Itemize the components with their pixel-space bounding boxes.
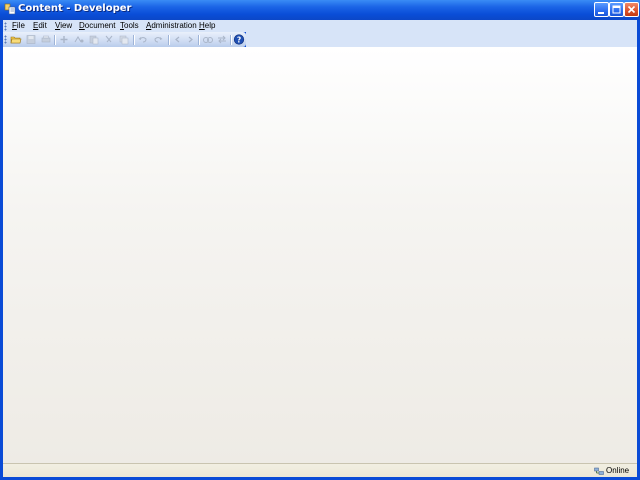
undo-icon[interactable] [137,34,149,45]
close-button[interactable] [624,2,639,17]
back-icon[interactable] [172,34,184,45]
menu-bar: File Edit View Document Tools Administra… [3,20,637,32]
minimize-button[interactable] [594,2,609,17]
menu-administration[interactable]: Administration [146,20,197,32]
toolbar-grip-handle[interactable] [4,35,7,44]
maximize-icon [612,5,621,14]
menu-grip-handle[interactable] [4,22,7,31]
replace-icon[interactable] [216,34,228,45]
network-connection-icon [594,467,604,475]
help-icon[interactable]: ? [233,34,245,45]
title-bar[interactable]: Content - Developer [0,0,640,20]
minimize-icon [598,12,604,14]
cut-icon[interactable] [103,34,115,45]
application-window: Content - Developer File Edit View Docum… [0,0,640,480]
menu-edit[interactable]: Edit [33,20,47,32]
toolbar-area [246,32,637,47]
workspace-area[interactable] [3,47,637,463]
paste-icon[interactable] [88,34,100,45]
menu-view[interactable]: View [55,20,72,32]
menu-document[interactable]: Document [79,20,115,32]
toolbar-separator [230,35,232,45]
bold-icon[interactable] [73,34,85,45]
close-icon [627,5,636,14]
toolbar-separator [54,35,56,45]
menu-file[interactable]: File [12,20,25,32]
toolbar-separator [198,35,200,45]
copy-icon[interactable] [118,34,130,45]
window-title: Content - Developer [18,3,132,14]
find-icon[interactable] [202,34,214,45]
new-icon[interactable] [58,34,70,45]
menu-help[interactable]: Help [199,20,215,32]
open-folder-icon[interactable] [10,34,22,45]
maximize-button[interactable] [609,2,624,17]
svg-text:?: ? [237,35,241,44]
toolbar-separator [168,35,170,45]
toolbar-separator [133,35,135,45]
redo-icon[interactable] [152,34,164,45]
standard-toolbar: ? [3,32,246,47]
app-icon[interactable] [4,3,16,15]
menu-tools[interactable]: Tools [120,20,139,32]
forward-icon[interactable] [184,34,196,45]
connection-status: Online [606,466,630,475]
save-icon[interactable] [25,34,37,45]
status-bar: Online [3,463,637,477]
print-icon[interactable] [40,34,52,45]
